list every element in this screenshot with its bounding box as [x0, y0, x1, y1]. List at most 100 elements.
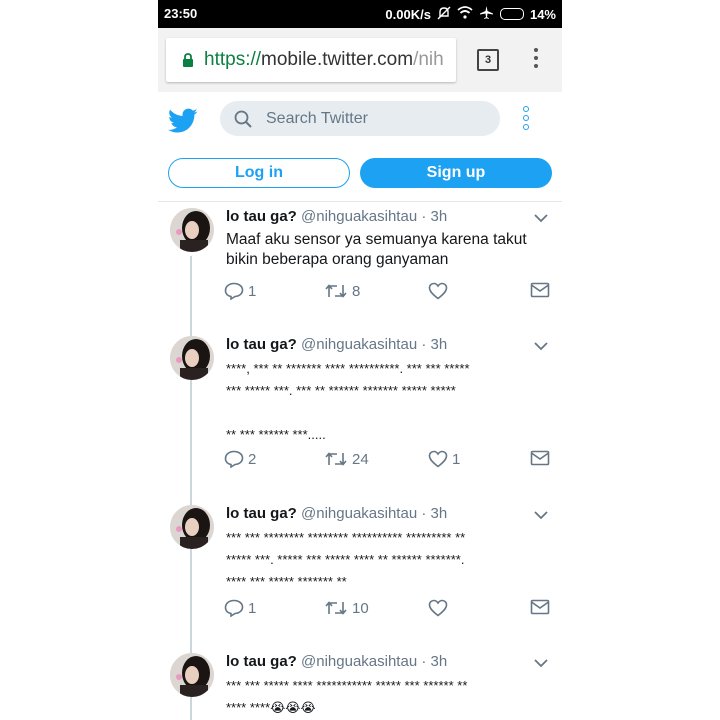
- browser-menu-icon[interactable]: [534, 48, 540, 72]
- chevron-down-icon[interactable]: [534, 507, 548, 525]
- lock-icon: [182, 53, 194, 67]
- status-time: 23:50: [164, 6, 198, 21]
- reply-button[interactable]: 1: [224, 599, 256, 617]
- login-button[interactable]: Log in: [168, 158, 350, 188]
- network-speed: 0.00K/s: [385, 6, 431, 22]
- like-count: 1: [452, 450, 461, 468]
- search-input[interactable]: [264, 108, 468, 129]
- retweet-count: 24: [352, 450, 369, 468]
- signup-button[interactable]: Sign up: [360, 158, 552, 188]
- retweet-count: 8: [352, 282, 361, 300]
- battery-level: 14%: [529, 6, 556, 22]
- tweet-line: ***** ***. ***** *** ***** **** ** *****…: [226, 552, 465, 567]
- status-indicators: 0.00K/s 14%: [385, 5, 556, 23]
- user-handle[interactable]: @nihguakasihtau: [301, 505, 417, 522]
- tweet-line: bikin beberapa orang ganyaman: [226, 251, 449, 268]
- direct-message-button[interactable]: [530, 599, 550, 615]
- reply-count: 1: [248, 282, 257, 300]
- phone-screen: 23:50 0.00K/s 14% https://mobile.twitter…: [158, 0, 562, 720]
- tweet-line: *** ***** ***. *** ** ****** ******* ***…: [226, 383, 456, 398]
- tweet[interactable]: lo tau ga? @nihguakasihtau · 3h ****, **…: [158, 330, 562, 480]
- tweet-thread: lo tau ga? @nihguakasihtau · 3h Maaf aku…: [158, 202, 562, 720]
- tweet-time[interactable]: · 3h: [421, 505, 447, 522]
- retweet-button[interactable]: 8: [324, 282, 360, 300]
- user-handle[interactable]: @nihguakasihtau: [301, 208, 417, 225]
- chevron-down-icon[interactable]: [534, 338, 548, 356]
- retweet-icon: [325, 452, 347, 466]
- tweet-line: ** *** ****** ***.....: [226, 427, 326, 442]
- reply-icon: [224, 450, 244, 468]
- search-icon: [234, 110, 252, 128]
- status-bar: 23:50 0.00K/s 14%: [158, 0, 562, 28]
- envelope-icon: [530, 599, 550, 615]
- tweet-time[interactable]: · 3h: [421, 208, 447, 225]
- heart-icon: [428, 282, 448, 300]
- chevron-down-icon[interactable]: [534, 210, 548, 228]
- display-name[interactable]: lo tau ga?: [226, 505, 297, 522]
- url-scheme: https://: [204, 49, 262, 70]
- tweet-actions: 1 8: [224, 282, 554, 304]
- avatar[interactable]: [170, 336, 214, 380]
- more-options-icon[interactable]: [523, 106, 531, 134]
- heart-icon: [428, 450, 448, 468]
- tweet-line: ****, *** ** ******* **** **********. **…: [226, 361, 470, 376]
- airplane-icon: [479, 5, 494, 23]
- tweet-header: lo tau ga? @nihguakasihtau · 3h: [226, 653, 526, 670]
- like-button[interactable]: [428, 282, 452, 300]
- retweet-button[interactable]: 24: [324, 450, 369, 468]
- tweet-line: Maaf aku sensor ya semuanya karena takut: [226, 231, 527, 248]
- avatar[interactable]: [170, 208, 214, 252]
- envelope-icon: [530, 282, 550, 298]
- reply-count: 1: [248, 599, 257, 617]
- like-button[interactable]: [428, 599, 452, 617]
- tweet-header: lo tau ga? @nihguakasihtau · 3h: [226, 208, 526, 225]
- retweet-button[interactable]: 10: [324, 599, 369, 617]
- tweet[interactable]: lo tau ga? @nihguakasihtau · 3h *** *** …: [158, 647, 562, 720]
- search-bar[interactable]: [220, 101, 500, 136]
- reply-count: 2: [248, 450, 257, 468]
- tweet-header: lo tau ga? @nihguakasihtau · 3h: [226, 505, 526, 522]
- tweet[interactable]: lo tau ga? @nihguakasihtau · 3h Maaf aku…: [158, 202, 562, 312]
- direct-message-button[interactable]: [530, 282, 550, 298]
- twitter-bird-icon[interactable]: [168, 108, 198, 134]
- user-handle[interactable]: @nihguakasihtau: [301, 653, 417, 670]
- wifi-icon: [457, 6, 473, 22]
- envelope-icon: [530, 450, 550, 466]
- reply-button[interactable]: 1: [224, 282, 256, 300]
- battery-icon: [499, 8, 524, 20]
- tweet-line: **** ****😭😭😭: [226, 700, 316, 715]
- url-path: /nih: [413, 49, 444, 70]
- tweet-line: *** *** ***** **** *********** ***** ***…: [226, 678, 468, 693]
- tweet-text: Maaf aku sensor ya semuanya karena takut…: [226, 230, 546, 270]
- reply-button[interactable]: 2: [224, 450, 256, 468]
- like-button[interactable]: 1: [428, 450, 460, 468]
- retweet-count: 10: [352, 599, 369, 617]
- tweet-time[interactable]: · 3h: [421, 653, 447, 670]
- reply-icon: [224, 282, 244, 300]
- display-name[interactable]: lo tau ga?: [226, 653, 297, 670]
- heart-icon: [428, 599, 448, 617]
- display-name[interactable]: lo tau ga?: [226, 208, 297, 225]
- reply-icon: [224, 599, 244, 617]
- tab-switcher-button[interactable]: 3: [477, 49, 499, 71]
- direct-message-button[interactable]: [530, 450, 550, 466]
- avatar[interactable]: [170, 653, 214, 697]
- bell-off-icon: [437, 6, 451, 23]
- tweet-actions: 1 10: [224, 599, 554, 621]
- tweet-time[interactable]: · 3h: [421, 336, 447, 353]
- chevron-down-icon[interactable]: [534, 655, 548, 673]
- tweet-text: *** *** ***** **** *********** ***** ***…: [226, 675, 546, 719]
- retweet-icon: [325, 284, 347, 298]
- user-handle[interactable]: @nihguakasihtau: [301, 336, 417, 353]
- display-name[interactable]: lo tau ga?: [226, 336, 297, 353]
- tweet-actions: 2 24 1: [224, 450, 554, 472]
- avatar[interactable]: [170, 505, 214, 549]
- tweet-text: *** *** ******** ******** ********** ***…: [226, 527, 546, 593]
- browser-toolbar: https://mobile.twitter.com/nih 3: [158, 28, 562, 93]
- url-host: mobile.twitter.com: [261, 49, 414, 70]
- tweet[interactable]: lo tau ga? @nihguakasihtau · 3h *** *** …: [158, 499, 562, 634]
- tweet-header: lo tau ga? @nihguakasihtau · 3h: [226, 336, 526, 353]
- address-bar[interactable]: https://mobile.twitter.com/nih: [166, 38, 456, 82]
- retweet-icon: [325, 601, 347, 615]
